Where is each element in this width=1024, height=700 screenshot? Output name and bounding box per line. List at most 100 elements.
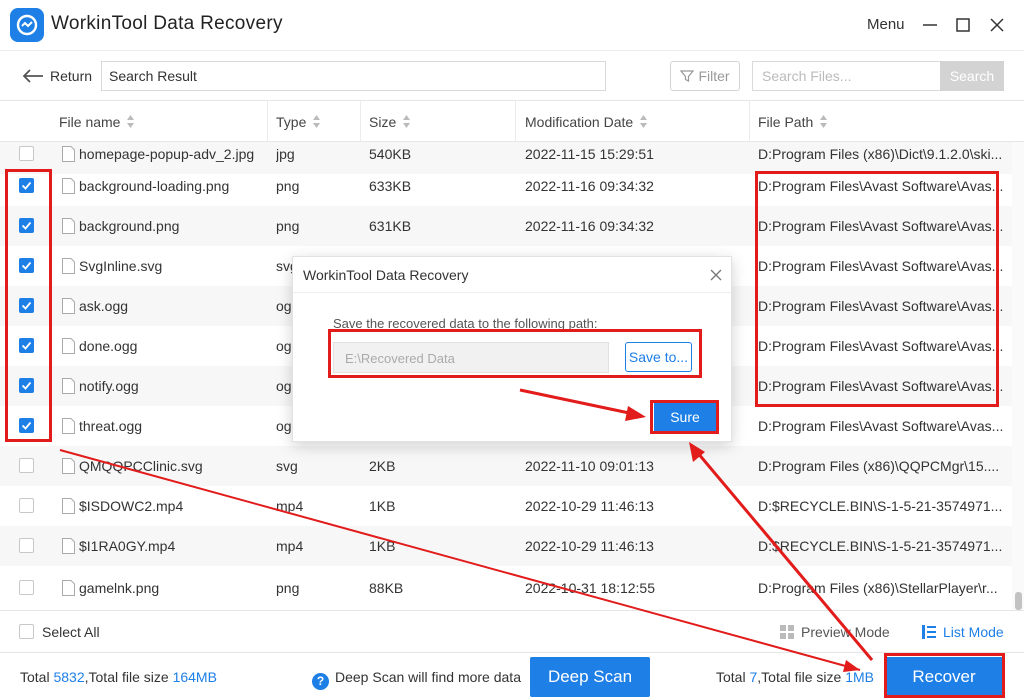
dialog-divider <box>293 292 731 293</box>
search-result-field: Search Result <box>101 61 606 91</box>
file-name: $ISDOWC2.mp4 <box>79 498 184 514</box>
sort-icon <box>820 115 828 128</box>
column-label: Type <box>276 113 307 130</box>
selected-prefix: Total <box>716 669 750 685</box>
column-divider <box>515 101 516 142</box>
scrollbar-thumb[interactable] <box>1015 592 1022 610</box>
preview-mode-label: Preview Mode <box>801 624 890 640</box>
column-divider <box>267 101 268 142</box>
file-date: 2022-11-10 09:01:13 <box>525 458 654 474</box>
row-checkbox[interactable] <box>19 418 34 433</box>
return-button[interactable]: Return <box>22 65 92 87</box>
preview-mode-toggle[interactable]: Preview Mode <box>779 624 890 640</box>
file-size: 1KB <box>369 538 396 554</box>
select-all-label[interactable]: Select All <box>42 624 100 640</box>
file-path: D:Program Files\Avast Software\Avas... <box>758 298 1004 314</box>
sort-icon <box>403 115 411 128</box>
list-mode-toggle[interactable]: List Mode <box>921 624 1004 640</box>
maximize-icon[interactable] <box>952 14 974 36</box>
file-icon <box>62 458 75 474</box>
row-checkbox[interactable] <box>19 258 34 273</box>
file-icon <box>62 298 75 314</box>
checkmark-icon <box>21 221 32 230</box>
total-count: 5832 <box>53 669 85 685</box>
save-path-field[interactable]: E:\Recovered Data <box>333 342 609 373</box>
file-name: background-loading.png <box>79 178 230 194</box>
dialog-close-icon[interactable] <box>709 268 723 282</box>
file-icon <box>62 178 75 194</box>
sure-button[interactable]: Sure <box>654 402 716 432</box>
table-row[interactable]: background.png png 631KB 2022-11-16 09:3… <box>0 206 1012 246</box>
file-path: D:Program Files\Avast Software\Avas... <box>758 218 1004 234</box>
column-header-modification-date[interactable]: Modification Date <box>525 101 648 142</box>
file-icon <box>62 218 75 234</box>
column-header-size[interactable]: Size <box>369 101 411 142</box>
app-title: WorkinTool Data Recovery <box>51 13 283 34</box>
search-files-input[interactable] <box>752 61 940 91</box>
file-name: threat.ogg <box>79 418 143 434</box>
menu-button[interactable]: Menu <box>867 16 905 33</box>
row-checkbox[interactable] <box>19 538 34 553</box>
checkmark-icon <box>21 381 32 390</box>
status-bar: Total 5832,Total file size 164MB ? Deep S… <box>0 652 1024 700</box>
column-label: Size <box>369 113 397 130</box>
filter-label: Filter <box>698 68 730 84</box>
row-checkbox[interactable] <box>19 378 34 393</box>
file-path: D:$RECYCLE.BIN\S-1-5-21-3574971... <box>758 498 1003 514</box>
column-divider <box>360 101 361 142</box>
save-to-button[interactable]: Save to... <box>625 342 692 372</box>
deep-scan-hint: ? Deep Scan will find more data <box>312 669 521 690</box>
table-header: File name Type Size Modification Date Fi… <box>0 100 1024 142</box>
table-row[interactable]: background-loading.png png 633KB 2022-11… <box>0 166 1012 206</box>
file-icon <box>62 146 75 162</box>
recover-button[interactable]: Recover <box>886 657 1002 697</box>
save-path-dialog: WorkinTool Data Recovery Save the recove… <box>292 256 732 442</box>
table-row[interactable]: $I1RA0GY.mp4 mp4 1KB 2022-10-29 11:46:13… <box>0 526 1012 566</box>
file-path: D:Program Files\Avast Software\Avas... <box>758 378 1004 394</box>
dialog-title: WorkinTool Data Recovery <box>303 267 469 283</box>
file-size: 2KB <box>369 458 396 474</box>
column-header-type[interactable]: Type <box>276 101 321 142</box>
deep-scan-button[interactable]: Deep Scan <box>530 657 650 697</box>
row-checkbox[interactable] <box>19 338 34 353</box>
search-button[interactable]: Search <box>940 61 1004 91</box>
table-row[interactable]: $ISDOWC2.mp4 mp4 1KB 2022-10-29 11:46:13… <box>0 486 1012 526</box>
close-icon[interactable] <box>986 14 1008 36</box>
grid-icon <box>780 625 794 639</box>
file-name: QMQQPCClinic.svg <box>79 458 203 474</box>
file-date: 2022-10-29 11:46:13 <box>525 538 654 554</box>
row-checkbox[interactable] <box>19 580 34 595</box>
file-type: png <box>276 218 300 234</box>
file-type: png <box>276 580 300 596</box>
table-row[interactable]: QMQQPCClinic.svg svg 2KB 2022-11-10 09:0… <box>0 446 1012 486</box>
row-checkbox[interactable] <box>19 178 34 193</box>
file-icon <box>62 378 75 394</box>
file-icon <box>62 538 75 554</box>
sort-icon <box>640 115 648 128</box>
sort-icon <box>127 115 135 128</box>
column-header-file-name[interactable]: File name <box>59 101 135 142</box>
row-checkbox[interactable] <box>19 298 34 313</box>
select-all-checkbox[interactable] <box>19 624 34 639</box>
vertical-scrollbar[interactable] <box>1012 142 1024 610</box>
row-checkbox[interactable] <box>19 458 34 473</box>
filter-button[interactable]: Filter <box>670 61 740 91</box>
file-icon <box>62 418 75 434</box>
file-path: D:$RECYCLE.BIN\S-1-5-21-3574971... <box>758 538 1003 554</box>
column-label: File Path <box>758 113 814 130</box>
checkmark-icon <box>21 421 32 430</box>
file-size: 631KB <box>369 218 412 234</box>
column-label: File name <box>59 113 121 130</box>
checkmark-icon <box>21 261 32 270</box>
row-checkbox[interactable] <box>19 146 34 161</box>
file-icon <box>62 258 75 274</box>
table-row[interactable]: gamelnk.png png 88KB 2022-10-31 18:12:55… <box>0 568 1012 608</box>
column-header-file-path[interactable]: File Path <box>758 101 828 142</box>
row-checkbox[interactable] <box>19 498 34 513</box>
list-mode-label: List Mode <box>943 624 1004 640</box>
return-label: Return <box>50 68 93 84</box>
file-path: D:Program Files\Avast Software\Avas... <box>758 178 1004 194</box>
row-checkbox[interactable] <box>19 218 34 233</box>
file-name: background.png <box>79 218 180 234</box>
minimize-icon[interactable] <box>919 14 941 36</box>
